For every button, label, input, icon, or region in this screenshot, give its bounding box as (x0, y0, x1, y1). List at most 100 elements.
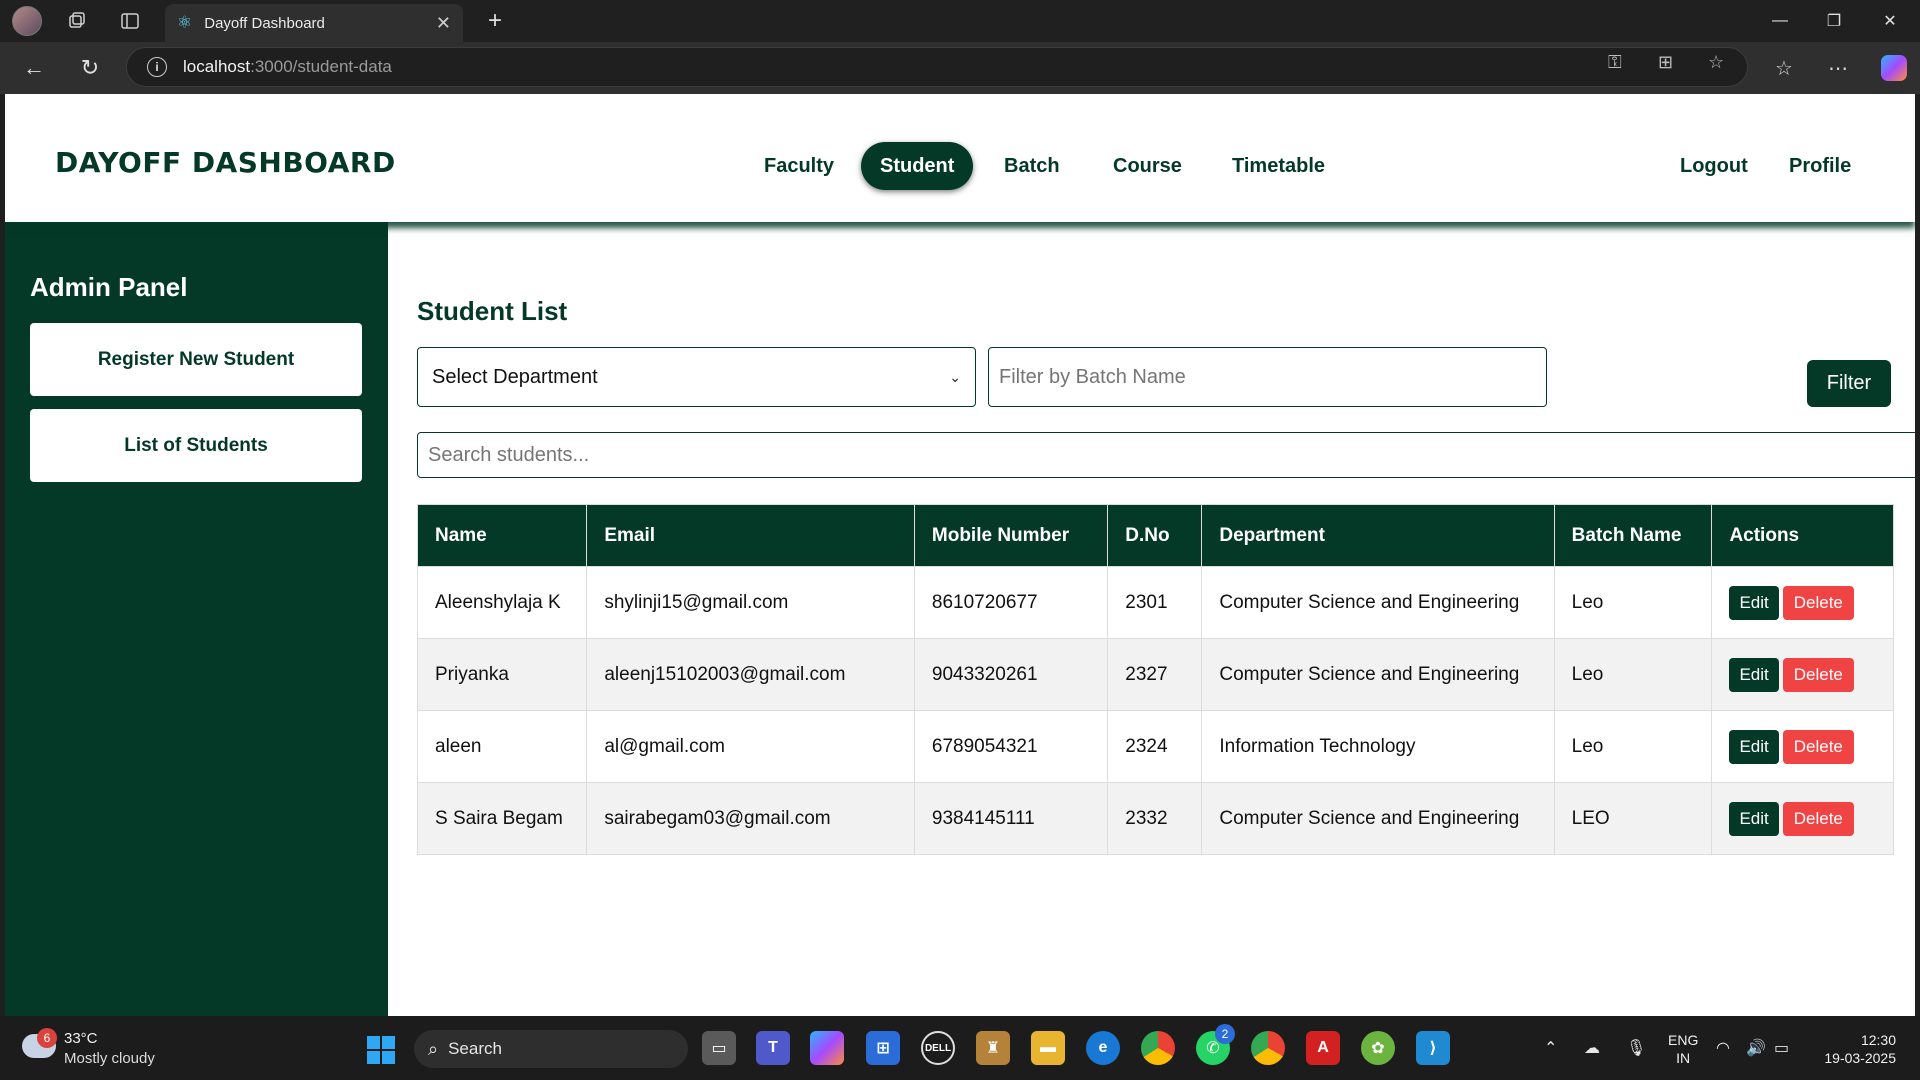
acrobat-icon[interactable]: A (1306, 1031, 1340, 1065)
column-header[interactable]: D.No (1107, 504, 1203, 567)
nav-profile[interactable]: Profile (1770, 142, 1870, 190)
restore-icon[interactable]: ❐ (1806, 0, 1862, 42)
cell-actions: Edit Delete (1711, 710, 1894, 783)
students-table: Name Email Mobile Number D.No Department… (416, 504, 1894, 855)
delete-button[interactable]: Delete (1782, 729, 1854, 764)
weather-badge: 6 (37, 1028, 57, 1048)
edit-button[interactable]: Edit (1729, 657, 1779, 692)
back-arrow-icon[interactable]: ← (18, 52, 50, 84)
edit-button[interactable]: Edit (1729, 801, 1779, 836)
edit-button[interactable]: Edit (1729, 729, 1779, 764)
cell-dno: 2327 (1107, 638, 1203, 711)
cell-name: Aleenshylaja K (416, 566, 588, 639)
sidebar-title: Admin Panel (30, 272, 188, 302)
vertical-tabs-icon[interactable] (115, 6, 145, 36)
delete-button[interactable]: Delete (1782, 657, 1854, 692)
nav-logout[interactable]: Logout (1661, 142, 1767, 190)
battery-icon[interactable]: ▭ (1774, 1038, 1789, 1058)
column-header[interactable]: Mobile Number (913, 504, 1109, 567)
cell-actions: Edit Delete (1711, 566, 1894, 639)
taskbar-search[interactable]: ⌕ Search (414, 1030, 688, 1068)
chrome-profile-icon[interactable] (1251, 1031, 1285, 1065)
cell-department: Computer Science and Engineering (1201, 782, 1555, 855)
cell-dno: 2332 (1107, 782, 1203, 855)
nav-batch[interactable]: Batch (985, 142, 1079, 190)
list-students-button[interactable]: List of Students (30, 409, 362, 482)
nav-timetable[interactable]: Timetable (1213, 142, 1344, 190)
workspaces-icon[interactable] (62, 6, 92, 36)
address-bar[interactable]: i localhost:3000/student-data (126, 47, 1748, 87)
copilot-app-icon[interactable] (810, 1031, 844, 1065)
table-row: aleen al@gmail.com 6789054321 2324 Infor… (416, 710, 1894, 783)
search-input[interactable]: Search students... (417, 432, 1915, 478)
cell-mobile: 6789054321 (913, 710, 1109, 783)
minimize-icon[interactable]: — (1752, 0, 1808, 42)
nav-student[interactable]: Student (861, 142, 974, 190)
wifi-icon[interactable]: ◠ (1716, 1038, 1730, 1058)
password-key-icon[interactable]: ⚿ (1608, 52, 1622, 73)
table-row: Aleenshylaja K shylinji15@gmail.com 8610… (416, 566, 1894, 639)
department-select[interactable]: Select Department ⌄ (417, 347, 976, 407)
profile-avatar-icon[interactable] (12, 6, 42, 36)
taskbar-search-label: Search (448, 1039, 502, 1058)
column-header[interactable]: Department (1201, 504, 1555, 567)
favorite-star-icon[interactable]: ☆ (1708, 52, 1724, 73)
cell-dno: 2301 (1107, 566, 1203, 639)
region-code: IN (1676, 1050, 1691, 1066)
column-header[interactable]: Name (416, 504, 588, 567)
vscode-icon[interactable]: ⟩ (1416, 1031, 1450, 1065)
page-title: Student List (417, 296, 568, 326)
clock-time: 12:30 (1860, 1032, 1896, 1048)
volume-icon[interactable]: 🔊 (1746, 1038, 1766, 1058)
tab-close-icon[interactable]: ✕ (436, 13, 451, 34)
nav-course[interactable]: Course (1094, 142, 1201, 190)
edge-icon[interactable]: e (1086, 1031, 1120, 1065)
app-grid-icon[interactable]: ⊞ (1658, 52, 1673, 73)
system-clock[interactable]: 12:30 19-03-2025 (1800, 1031, 1896, 1067)
dell-icon[interactable]: DELL (921, 1031, 955, 1065)
new-tab-button[interactable]: + (478, 4, 512, 38)
cell-mobile: 9384145111 (913, 782, 1109, 855)
game-app-icon[interactable]: ♜ (976, 1031, 1010, 1065)
cell-batch: Leo (1553, 710, 1713, 783)
filter-button[interactable]: Filter (1807, 360, 1891, 407)
task-view-icon[interactable]: ▭ (702, 1031, 736, 1065)
cell-batch: Leo (1553, 638, 1713, 711)
close-window-icon[interactable]: ✕ (1862, 0, 1918, 42)
teams-icon[interactable]: T (756, 1031, 790, 1065)
browser-tab-active[interactable]: ⚛ Dayoff Dashboard ✕ (165, 4, 463, 42)
file-explorer-icon[interactable]: ▬ (1031, 1031, 1065, 1065)
nav-faculty[interactable]: Faculty (745, 142, 853, 190)
refresh-icon[interactable]: ↻ (74, 52, 106, 84)
cell-batch: Leo (1553, 566, 1713, 639)
chevron-up-icon[interactable]: ⌃ (1544, 1038, 1557, 1058)
whatsapp-badge: 2 (1215, 1024, 1235, 1044)
favorites-list-icon[interactable]: ☆ (1768, 52, 1800, 84)
register-student-button[interactable]: Register New Student (30, 323, 362, 396)
cell-name: aleen (416, 710, 588, 783)
delete-button[interactable]: Delete (1782, 585, 1854, 620)
column-header[interactable]: Email (586, 504, 915, 567)
language-indicator[interactable]: ENG IN (1668, 1031, 1698, 1067)
edit-button[interactable]: Edit (1729, 585, 1779, 620)
weather-temperature[interactable]: 33°C (64, 1030, 98, 1047)
cell-actions: Edit Delete (1711, 782, 1894, 855)
web-page: DAYOFF DASHBOARD Faculty Student Batch C… (5, 94, 1915, 1016)
table-header-row: Name Email Mobile Number D.No Department… (416, 504, 1894, 567)
weather-description[interactable]: Mostly cloudy (64, 1050, 155, 1067)
onedrive-icon[interactable]: ☁ (1584, 1038, 1600, 1058)
copilot-icon[interactable] (1878, 52, 1910, 84)
batch-filter-input[interactable]: Filter by Batch Name (988, 347, 1547, 407)
spring-tool-icon[interactable]: ✿ (1361, 1031, 1395, 1065)
browser-titlebar: ⚛ Dayoff Dashboard ✕ + — ❐ ✕ (0, 0, 1920, 42)
windows-start-icon[interactable] (367, 1036, 395, 1064)
cell-email: sairabegam03@gmail.com (586, 782, 915, 855)
more-menu-icon[interactable]: ⋯ (1822, 52, 1854, 84)
store-icon[interactable]: ⊞ (866, 1031, 900, 1065)
microphone-icon[interactable]: 🎙 (1626, 1038, 1646, 1058)
site-info-icon[interactable]: i (147, 57, 167, 77)
delete-button[interactable]: Delete (1782, 801, 1854, 836)
chrome-icon[interactable] (1141, 1031, 1175, 1065)
tab-title: Dayoff Dashboard (204, 14, 325, 32)
column-header[interactable]: Batch Name (1553, 504, 1713, 567)
